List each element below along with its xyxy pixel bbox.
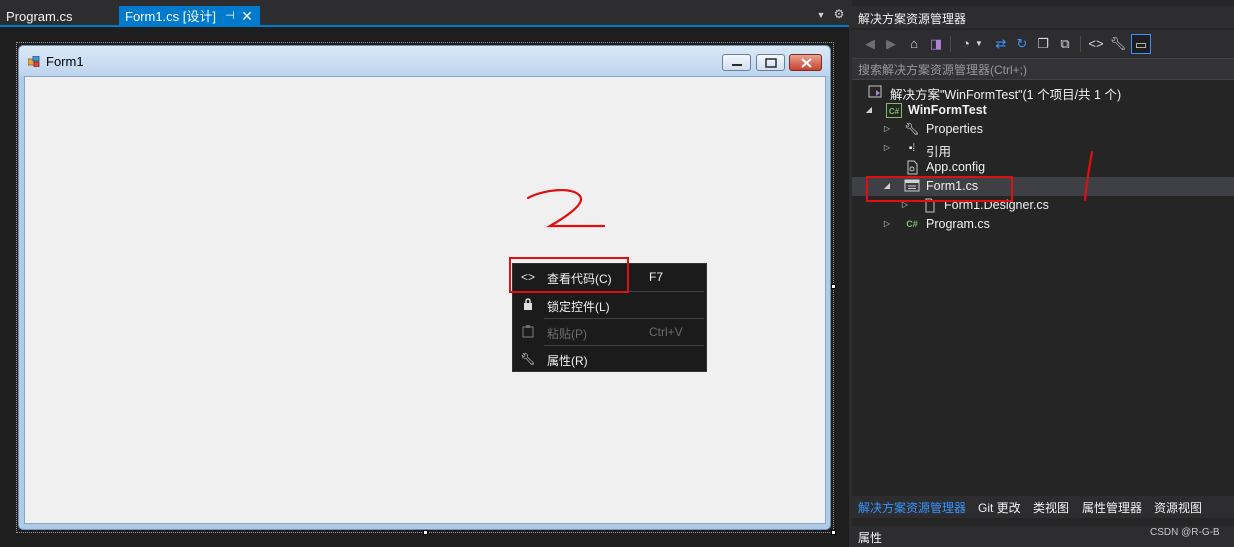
- switch-views-icon[interactable]: ◨: [926, 34, 946, 54]
- tab-program-cs[interactable]: Program.cs: [0, 6, 116, 27]
- solution-explorer-title: 解决方案资源管理器: [858, 12, 967, 26]
- tree-item-project[interactable]: ◢ C# WinFormTest: [852, 101, 1234, 120]
- annotation-step-2: [526, 189, 606, 228]
- tree-item-program-cs[interactable]: ▷ C# Program.cs: [852, 215, 1234, 234]
- tree-item-label: App.config: [926, 160, 986, 174]
- tab-property-manager[interactable]: 属性管理器: [1082, 499, 1142, 516]
- menu-item-shortcut: Ctrl+V: [649, 325, 683, 339]
- tree-item-references[interactable]: ▷ ▪︎⁞ 引用: [852, 139, 1234, 159]
- collapse-all-icon[interactable]: ❐: [1033, 34, 1053, 54]
- resize-handle-bottom[interactable]: [423, 530, 428, 535]
- pin-icon[interactable]: ⊣: [223, 6, 237, 27]
- form-title: Form1: [46, 54, 84, 69]
- tree-item-properties[interactable]: ▷ 🔧︎ Properties: [852, 120, 1234, 139]
- tab-label: Form1.cs [设计]: [125, 9, 217, 24]
- solution-icon: [868, 84, 884, 99]
- collapsed-arrow-icon[interactable]: ▷: [882, 123, 892, 135]
- paste-icon: [519, 324, 537, 341]
- pending-changes-filter-icon[interactable]: ◔: [956, 34, 976, 54]
- menu-item-lock-controls[interactable]: 锁定控件(L): [513, 292, 706, 319]
- annotation-step-1: [1083, 150, 1094, 202]
- watermark: CSDN @R-G-B: [1150, 527, 1220, 538]
- tree-item-app-config[interactable]: App.config: [852, 158, 1234, 177]
- tab-form1-designer[interactable]: Form1.cs [设计] ⊣ ✕: [119, 6, 260, 27]
- code-icon[interactable]: <>: [1086, 34, 1106, 54]
- resize-handle-right[interactable]: [831, 284, 836, 289]
- tree-item-label: Properties: [926, 122, 983, 136]
- menu-item-label: 属性(R): [547, 354, 588, 368]
- expanded-arrow-icon[interactable]: ◢: [864, 104, 874, 116]
- show-all-files-icon[interactable]: ⧉: [1055, 34, 1075, 54]
- home-icon[interactable]: ⌂: [904, 34, 924, 54]
- close-icon: [801, 58, 812, 68]
- menu-item-properties[interactable]: 🔧︎ 属性(R): [513, 346, 706, 373]
- resize-handle-corner[interactable]: [831, 530, 836, 535]
- csharp-file-icon: C#: [906, 219, 918, 229]
- wrench-icon: 🔧︎: [520, 352, 536, 366]
- minimize-button[interactable]: [722, 54, 751, 71]
- tab-label: Program.cs: [6, 9, 73, 24]
- annotation-highlight-form1-cs: [866, 176, 1013, 202]
- properties-title: 属性: [858, 531, 883, 545]
- toolbar-separator: [950, 36, 951, 52]
- preview-selected-icon[interactable]: ▭: [1131, 34, 1151, 54]
- menu-item-label: 粘贴(P): [547, 327, 587, 341]
- editor-area: Program.cs Form1.cs [设计] ⊣ ✕ ▼ ⚙ Form1 <…: [0, 0, 849, 547]
- search-input[interactable]: [858, 61, 1228, 79]
- toolbar-separator: [1080, 36, 1081, 52]
- maximize-icon: [765, 58, 777, 68]
- tab-resource-view[interactable]: 资源视图: [1154, 499, 1202, 516]
- tree-item-solution[interactable]: 解决方案"WinFormTest"(1 个项目/共 1 个): [852, 82, 1234, 102]
- forward-icon[interactable]: ▶: [881, 34, 901, 54]
- csharp-project-icon: C#: [886, 103, 902, 118]
- sync-icon[interactable]: ⇄: [991, 34, 1011, 54]
- tab-solution-explorer[interactable]: 解决方案资源管理器: [858, 499, 966, 516]
- tab-class-view[interactable]: 类视图: [1033, 499, 1069, 516]
- collapsed-arrow-icon[interactable]: ▷: [882, 218, 892, 230]
- document-tab-bar: Program.cs Form1.cs [设计] ⊣ ✕ ▼ ⚙: [0, 0, 849, 27]
- solution-explorer-header: 解决方案资源管理器: [852, 6, 1234, 28]
- config-file-icon: [904, 160, 920, 175]
- back-icon[interactable]: ◀: [860, 34, 880, 54]
- menu-item-paste[interactable]: 粘贴(P) Ctrl+V: [513, 319, 706, 346]
- form-titlebar[interactable]: Form1: [19, 46, 830, 76]
- annotation-highlight-view-code: [509, 257, 629, 293]
- chevron-down-icon[interactable]: ▼: [815, 9, 827, 21]
- collapsed-arrow-icon[interactable]: ▷: [882, 142, 892, 154]
- close-button[interactable]: [789, 54, 822, 71]
- solution-explorer-panel: 解决方案资源管理器 ◀ ▶ ⌂ ◨ ◔ ▼ ⇄ ↻ ❐ ⧉ <> 🔧︎ ▭ 解决…: [849, 0, 1234, 547]
- wrench-icon: 🔧︎: [904, 122, 920, 136]
- solution-explorer-toolbar: ◀ ▶ ⌂ ◨ ◔ ▼ ⇄ ↻ ❐ ⧉ <> 🔧︎ ▭: [852, 30, 1234, 58]
- lock-icon: [519, 297, 537, 314]
- form-app-icon: [28, 56, 40, 67]
- solution-search-bar[interactable]: [852, 58, 1234, 80]
- menu-item-shortcut: F7: [649, 270, 664, 284]
- tree-item-label: Program.cs: [926, 217, 990, 231]
- tool-window-tabs: 解决方案资源管理器 Git 更改 类视图 属性管理器 资源视图: [852, 496, 1234, 518]
- tab-git-changes[interactable]: Git 更改: [978, 499, 1021, 516]
- close-icon[interactable]: ✕: [240, 6, 254, 27]
- refresh-icon[interactable]: ↻: [1012, 34, 1032, 54]
- minimize-icon: [732, 64, 742, 66]
- maximize-button[interactable]: [756, 54, 785, 71]
- wrench-icon[interactable]: 🔧︎: [1108, 34, 1128, 54]
- references-icon: ▪︎⁞: [908, 143, 916, 154]
- menu-item-label: 锁定控件(L): [547, 300, 610, 314]
- gear-icon[interactable]: ⚙: [833, 8, 845, 20]
- form-window[interactable]: Form1: [18, 45, 831, 530]
- chevron-down-icon[interactable]: ▼: [974, 34, 984, 54]
- tree-item-label: WinFormTest: [908, 103, 987, 117]
